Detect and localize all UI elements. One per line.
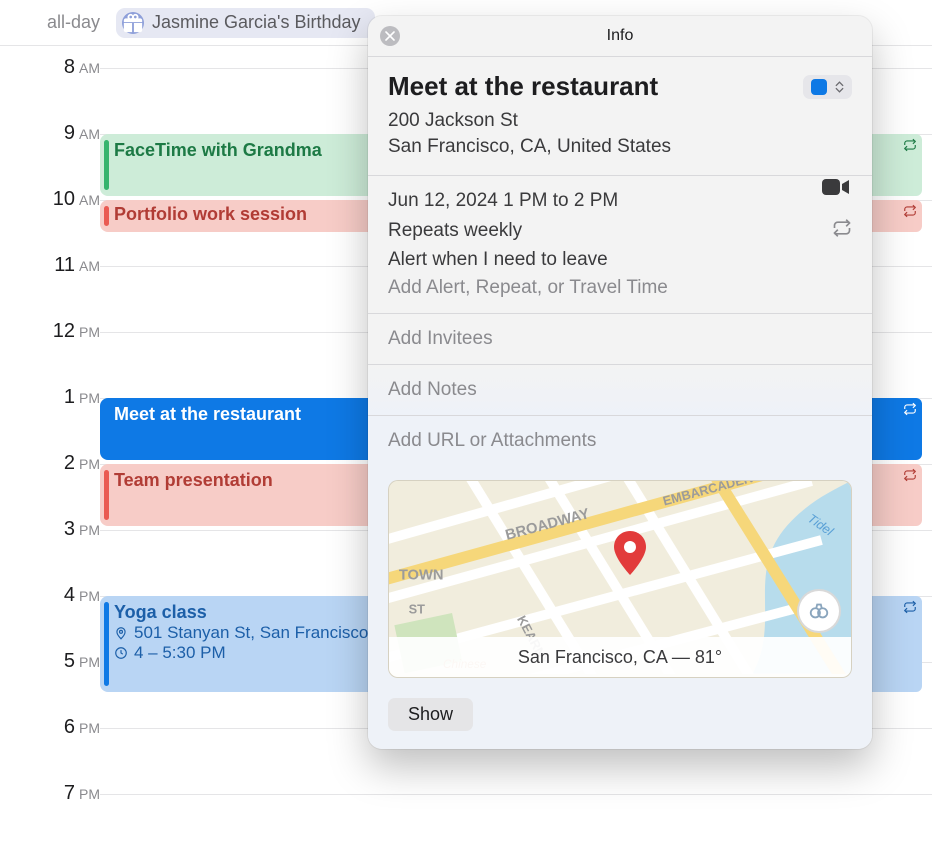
event-alert[interactable]: Alert when I need to leave [388,249,608,271]
hour-label: 8AM [0,46,116,79]
hour-label: 5PM [0,640,116,673]
gift-icon [122,12,144,34]
video-icon [822,177,850,197]
event-info-popover: Info Meet at the restaurant 200 Jackson … [368,16,872,749]
repeat-icon [903,468,917,482]
map-footer: San Francisco, CA — 81° [389,637,851,677]
event-color-bar [104,140,109,190]
close-button[interactable] [380,26,400,46]
clock-icon [114,646,128,660]
event-repeat[interactable]: Repeats weekly [388,220,522,242]
allday-label: all-day [0,12,116,33]
map-lookaround-button[interactable] [797,589,841,633]
event-datetime[interactable]: Jun 12, 2024 1 PM to 2 PM [388,190,852,212]
map-street-label: TOWN [399,568,444,584]
popover-datetime-section: Jun 12, 2024 1 PM to 2 PM Repeats weekly… [368,176,872,314]
popover-title-section: Meet at the restaurant 200 Jackson St Sa… [368,57,872,176]
allday-event-label: Jasmine Garcia's Birthday [152,12,361,33]
event-color-bar [104,470,109,520]
pin-icon [114,626,128,640]
hour-label: 6PM [0,706,116,739]
popover-notes-section[interactable]: Add Notes [368,365,872,416]
popover-header: Info [368,16,872,57]
map-pin-icon [613,531,647,580]
hour-label: 11AM [0,244,116,277]
map-street-label: ST [409,602,426,617]
repeat-icon [903,204,917,218]
location-line2: San Francisco, CA, United States [388,134,852,160]
show-button[interactable]: Show [388,698,473,731]
event-title-field[interactable]: Meet at the restaurant [388,71,658,102]
event-strip[interactable] [898,200,922,232]
map[interactable]: BROADWAY EMBARCADERO KEARNY TOWN ST Tide… [388,480,852,678]
hour-label: 9AM [0,112,116,145]
location-line1: 200 Jackson St [388,108,852,134]
calendar-app: { "allday": { "label": "all-day", "items… [0,0,932,860]
color-swatch [811,79,827,95]
event-strip[interactable] [898,134,922,196]
event-location[interactable]: 200 Jackson St San Francisco, CA, United… [388,108,852,159]
event-strip[interactable] [898,398,922,460]
hour-label: 12PM [0,310,116,343]
hour-label: 3PM [0,508,116,541]
add-invitees-link: Add Invitees [388,328,852,350]
popover-footer: Show [368,688,872,749]
popover-invitees-section[interactable]: Add Invitees [368,314,872,365]
event-strip[interactable] [898,464,922,526]
add-notes-link: Add Notes [388,379,852,401]
hour-label: 7PM [0,772,116,805]
hour-label: 1PM [0,376,116,409]
hour-label: 4PM [0,574,116,607]
popover-header-title: Info [607,27,634,45]
repeat-icon [903,138,917,152]
binoculars-icon [808,600,830,622]
allday-event-birthday[interactable]: Jasmine Garcia's Birthday [116,8,375,38]
event-color-bar [104,206,109,226]
hour-label: 10AM [0,178,116,211]
add-url-link: Add URL or Attachments [388,430,852,452]
event-strip[interactable] [898,596,922,692]
repeat-icon [903,402,917,416]
repeat-icon [832,218,852,243]
close-icon [385,31,395,41]
add-alert-link[interactable]: Add Alert, Repeat, or Travel Time [388,277,668,299]
facetime-button[interactable] [822,177,850,202]
popover-map-section: BROADWAY EMBARCADERO KEARNY TOWN ST Tide… [368,466,872,688]
calendar-color-selector[interactable] [803,75,852,99]
hour-label: 2PM [0,442,116,475]
popover-url-section[interactable]: Add URL or Attachments [368,416,872,466]
chevron-updown-icon [835,81,844,93]
event-color-bar [104,602,109,686]
repeat-icon [903,600,917,614]
